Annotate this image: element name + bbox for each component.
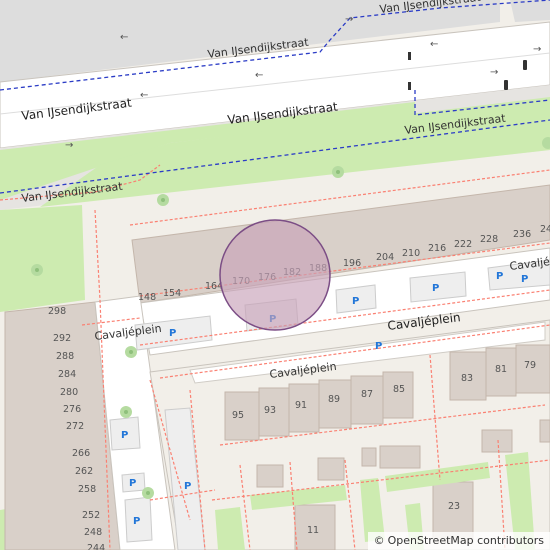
svg-text:P: P — [375, 341, 382, 352]
svg-text:204: 204 — [376, 252, 394, 263]
svg-text:93: 93 — [264, 405, 276, 416]
svg-text:→: → — [345, 14, 353, 25]
svg-text:←: ← — [120, 32, 128, 43]
svg-text:222: 222 — [454, 239, 472, 250]
svg-text:95: 95 — [232, 410, 244, 421]
svg-text:11: 11 — [307, 525, 319, 536]
svg-text:210: 210 — [402, 248, 420, 259]
map-canvas[interactable]: ← ← ← → → ← → → Van IJsendijkstraat Van … — [0, 0, 550, 550]
svg-text:148: 148 — [138, 292, 156, 303]
svg-text:P: P — [521, 274, 528, 285]
svg-text:284: 284 — [58, 369, 76, 380]
svg-text:P: P — [133, 516, 140, 527]
svg-text:24: 24 — [540, 224, 550, 235]
svg-text:81: 81 — [495, 364, 507, 375]
svg-text:280: 280 — [60, 387, 78, 398]
location-highlight-circle[interactable] — [219, 219, 331, 331]
svg-text:→: → — [490, 67, 498, 78]
svg-text:P: P — [184, 481, 191, 492]
svg-text:P: P — [496, 271, 503, 282]
svg-text:P: P — [169, 328, 176, 339]
park-west — [0, 205, 85, 312]
copyright-symbol: © — [373, 534, 385, 547]
svg-text:23: 23 — [448, 501, 460, 512]
svg-text:87: 87 — [361, 389, 373, 400]
svg-text:←: ← — [140, 90, 148, 101]
svg-text:276: 276 — [63, 404, 81, 415]
svg-text:266: 266 — [72, 448, 90, 459]
svg-text:P: P — [432, 283, 439, 294]
svg-text:85: 85 — [393, 384, 405, 395]
svg-text:P: P — [121, 430, 128, 441]
svg-text:244: 244 — [87, 543, 105, 550]
svg-text:216: 216 — [428, 243, 446, 254]
svg-text:288: 288 — [56, 351, 74, 362]
svg-text:196: 196 — [343, 258, 361, 269]
svg-text:236: 236 — [513, 229, 531, 240]
svg-text:252: 252 — [82, 510, 100, 521]
svg-text:←: ← — [430, 39, 438, 50]
svg-text:258: 258 — [78, 484, 96, 495]
svg-text:228: 228 — [480, 234, 498, 245]
map-attribution[interactable]: © OpenStreetMap contributors — [367, 532, 550, 550]
svg-text:298: 298 — [48, 306, 66, 317]
svg-text:154: 154 — [163, 288, 181, 299]
svg-text:83: 83 — [461, 373, 473, 384]
svg-text:P: P — [352, 296, 359, 307]
svg-text:272: 272 — [66, 421, 84, 432]
svg-text:248: 248 — [84, 527, 102, 538]
attribution-text[interactable]: OpenStreetMap contributors — [388, 532, 544, 550]
svg-text:→: → — [65, 140, 73, 151]
svg-text:79: 79 — [524, 360, 536, 371]
svg-text:89: 89 — [328, 394, 340, 405]
svg-text:P: P — [129, 478, 136, 489]
svg-text:262: 262 — [75, 466, 93, 477]
svg-text:292: 292 — [53, 333, 71, 344]
svg-text:→: → — [533, 44, 541, 55]
landuse-area-northeast — [510, 0, 550, 22]
svg-text:91: 91 — [295, 400, 307, 411]
svg-text:←: ← — [255, 70, 263, 81]
